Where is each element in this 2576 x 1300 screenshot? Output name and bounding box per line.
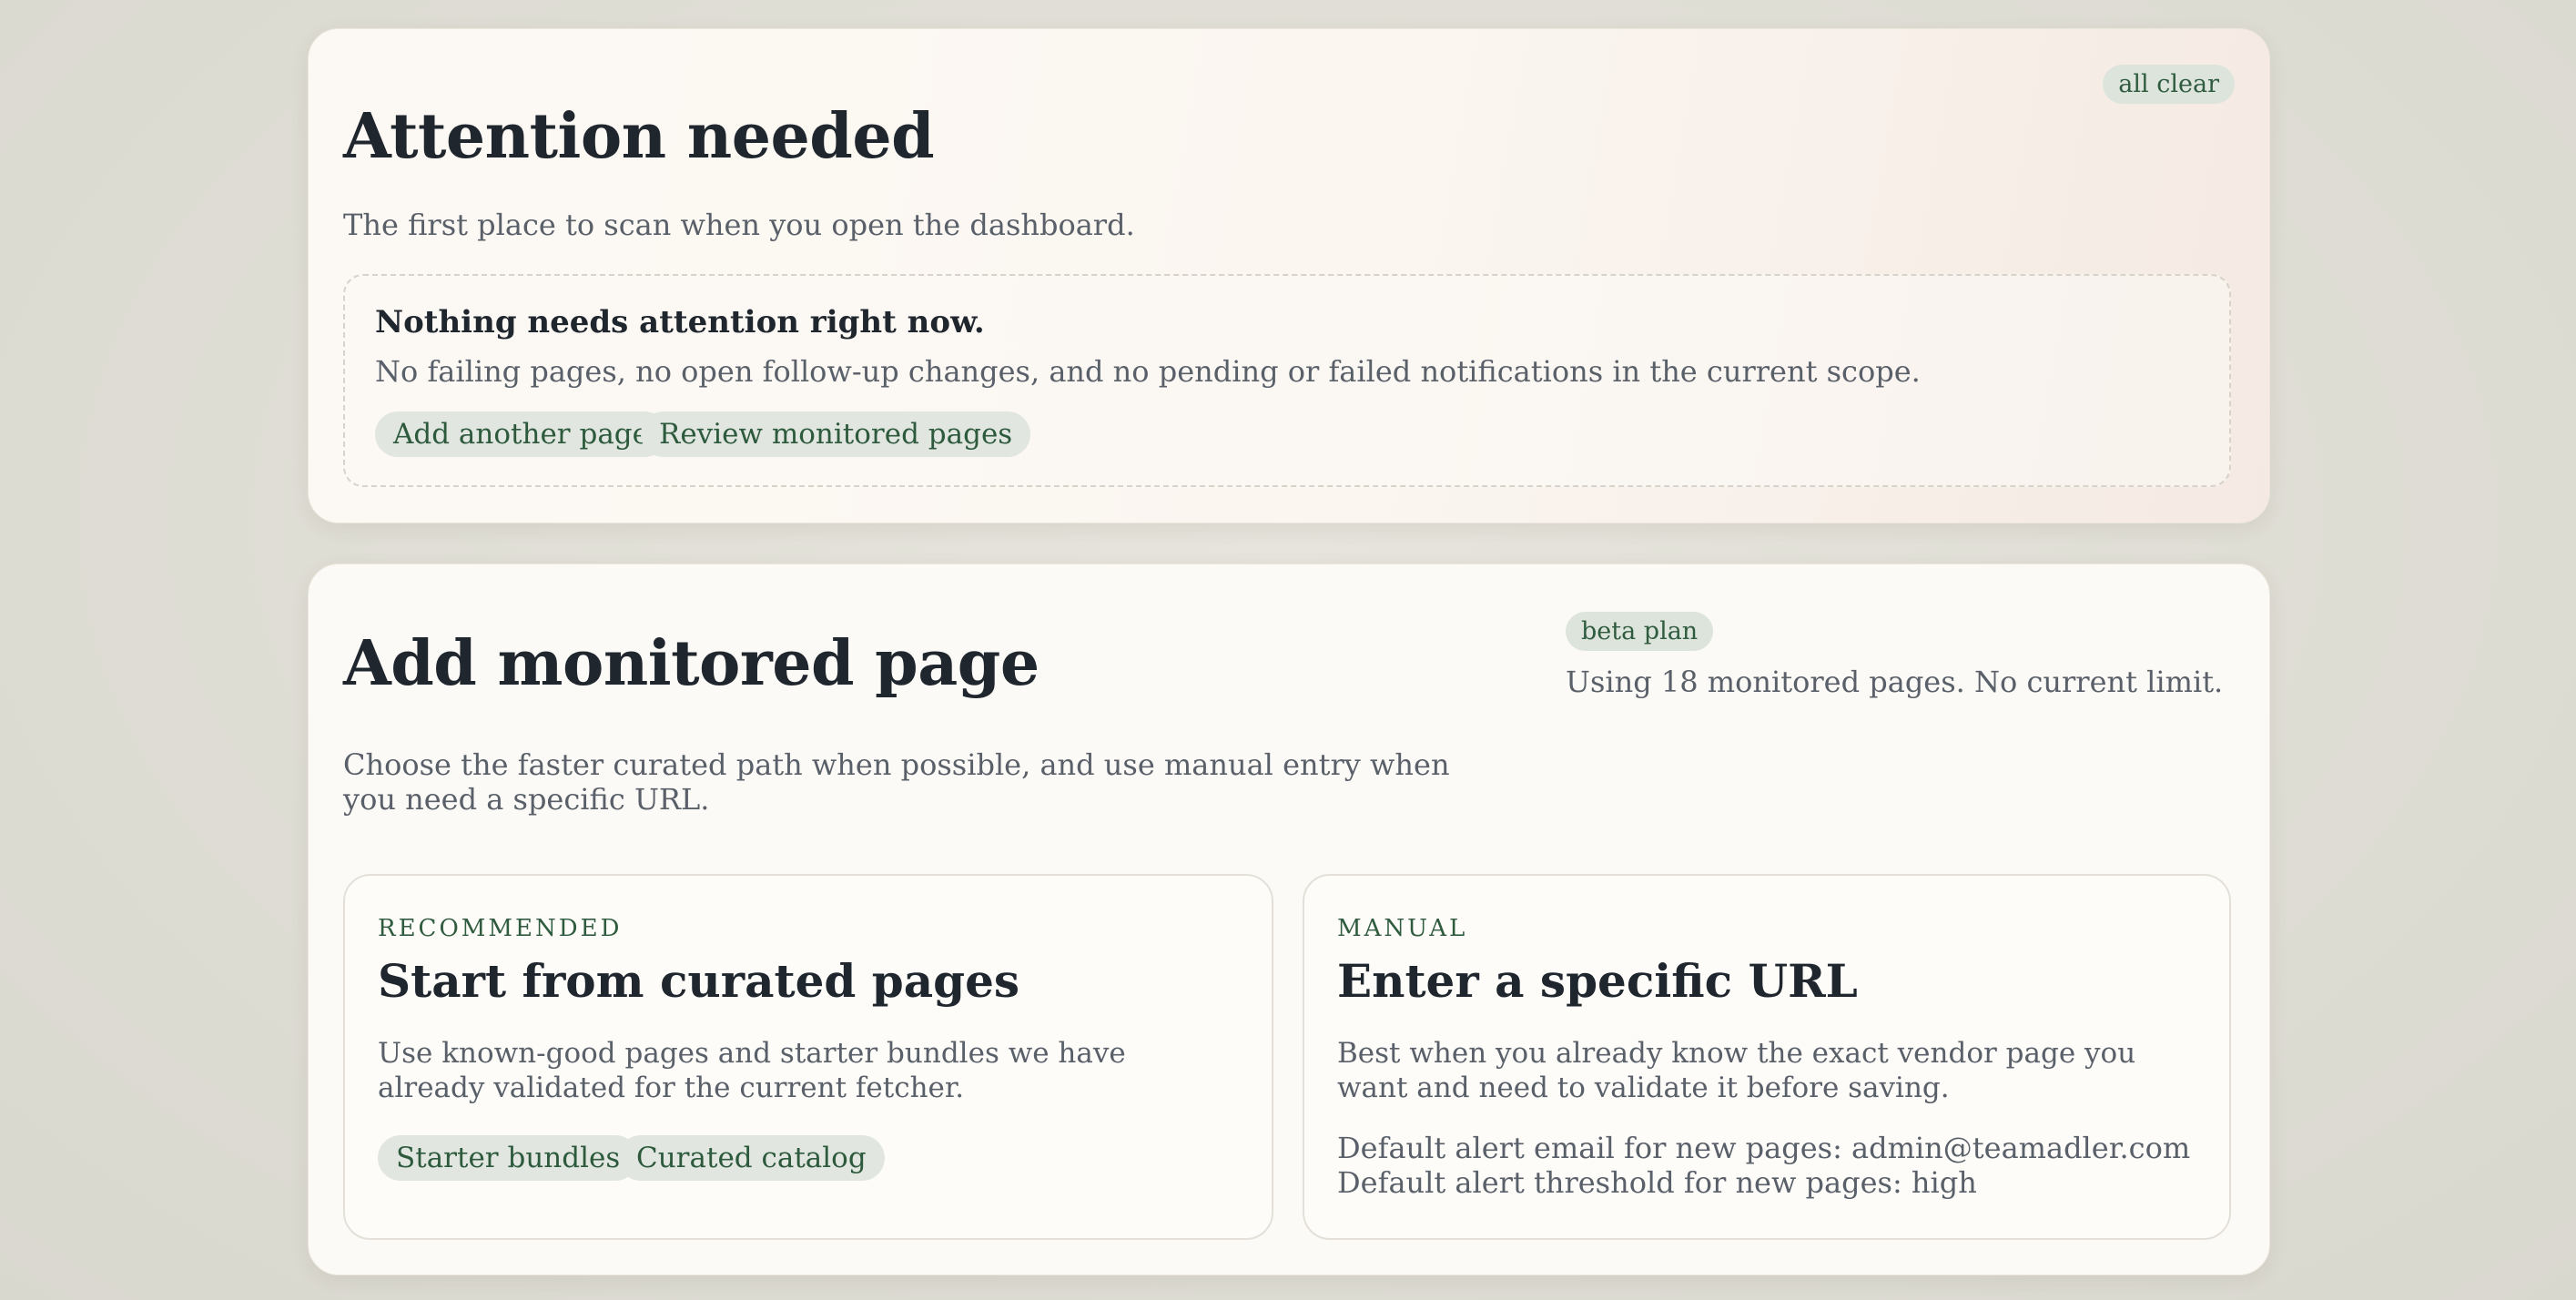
empty-state: Nothing needs attention right now. No fa… bbox=[343, 274, 2231, 487]
add-page-title: Add monitored page bbox=[343, 627, 1040, 700]
starter-bundles-button[interactable]: Starter bundles bbox=[378, 1135, 639, 1181]
curated-eyebrow: RECOMMENDED bbox=[378, 915, 623, 942]
default-alert-threshold: Default alert threshold for new pages: h… bbox=[1337, 1165, 1977, 1200]
curated-card: RECOMMENDED Start from curated pages Use… bbox=[343, 874, 1273, 1240]
default-alert-email: Default alert email for new pages: admin… bbox=[1337, 1131, 2191, 1165]
add-page-subtitle: Choose the faster curated path when poss… bbox=[343, 747, 1450, 817]
manual-card: MANUAL Enter a specific URL Best when yo… bbox=[1303, 874, 2231, 1240]
empty-state-text: No failing pages, no open follow-up chan… bbox=[375, 354, 1921, 389]
add-another-page-button[interactable]: Add another page bbox=[375, 411, 667, 457]
curated-text: Use known-good pages and starter bundles… bbox=[378, 1037, 1126, 1104]
add-page-panel: Add monitored page Choose the faster cur… bbox=[308, 564, 2270, 1275]
manual-eyebrow: MANUAL bbox=[1337, 915, 1468, 942]
attention-panel: all clear Attention needed The first pla… bbox=[308, 28, 2270, 523]
manual-title: Enter a specific URL bbox=[1337, 954, 1858, 1008]
attention-subtitle: The first place to scan when you open th… bbox=[343, 208, 1135, 242]
manual-text: Best when you already know the exact ven… bbox=[1337, 1037, 2136, 1104]
plan-badge: beta plan bbox=[1566, 612, 1714, 651]
review-monitored-pages-button[interactable]: Review monitored pages bbox=[641, 411, 1031, 457]
curated-title: Start from curated pages bbox=[378, 954, 1020, 1008]
empty-state-title: Nothing needs attention right now. bbox=[375, 304, 985, 340]
curated-catalog-button[interactable]: Curated catalog bbox=[618, 1135, 885, 1181]
status-badge: all clear bbox=[2103, 65, 2235, 104]
attention-title: Attention needed bbox=[343, 100, 935, 173]
usage-text: Using 18 monitored pages. No current lim… bbox=[1566, 665, 2224, 699]
